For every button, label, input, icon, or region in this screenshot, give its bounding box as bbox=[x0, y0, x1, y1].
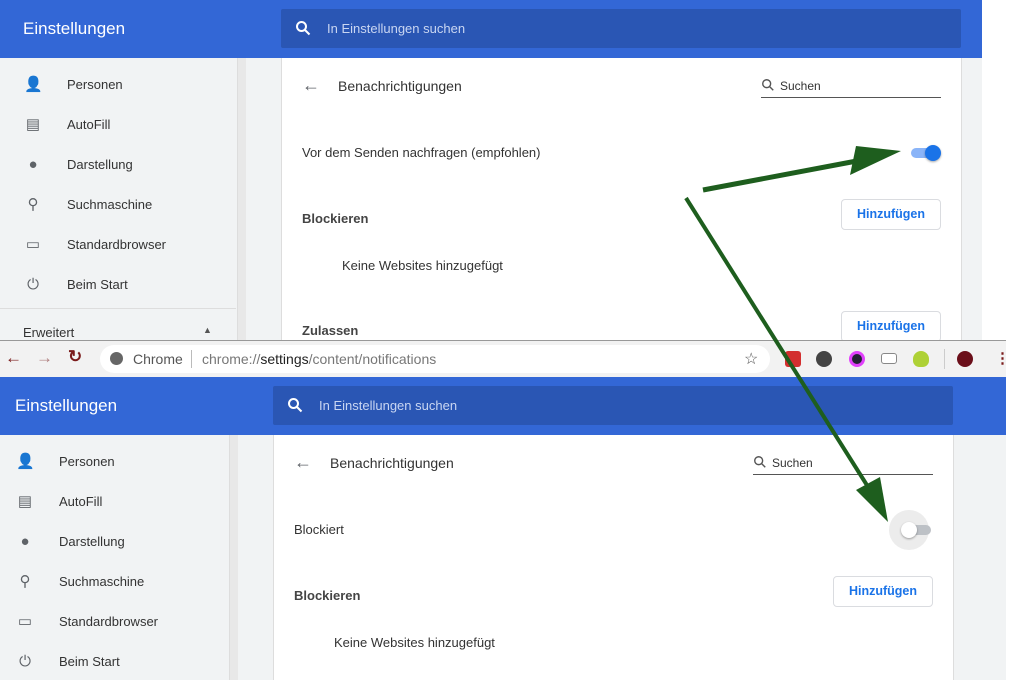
arrow-to-top-toggle bbox=[702, 157, 863, 193]
arrow-to-bottom-toggle bbox=[684, 196, 872, 492]
arrowhead-icon bbox=[856, 477, 888, 522]
arrowhead-icon bbox=[850, 146, 901, 175]
annotation-arrows bbox=[684, 146, 901, 522]
